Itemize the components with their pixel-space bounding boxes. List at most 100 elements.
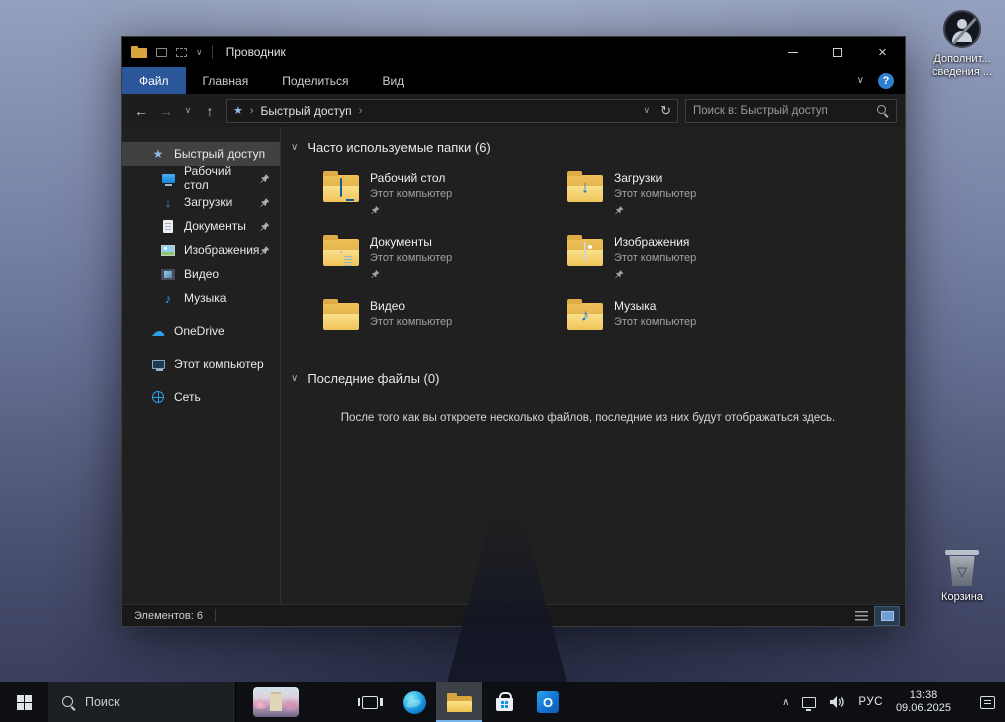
titlebar[interactable]: ∨ Проводник × — [122, 37, 905, 67]
recent-files-header[interactable]: ∨ Последние файлы (0) — [289, 371, 887, 386]
recent-files-empty-message: После того как вы откроете несколько фай… — [289, 412, 887, 424]
folder-documents-icon — [323, 235, 359, 266]
explorer-search-box[interactable] — [685, 99, 897, 123]
folder-tile-videos[interactable]: Видео Этот компьютер — [323, 298, 567, 347]
refresh-icon[interactable]: ↻ — [660, 103, 671, 119]
start-button[interactable] — [0, 682, 48, 722]
desktop: Дополнит... сведения ... ▽ Корзина ∨ Про… — [0, 0, 1005, 722]
recent-files-title: Последние файлы (0) — [307, 371, 439, 386]
sidebar-item-documents[interactable]: Документы — [122, 214, 280, 238]
maximize-button[interactable] — [815, 37, 860, 67]
folder-pictures-icon — [567, 235, 603, 266]
task-view-button[interactable] — [348, 682, 392, 722]
file-explorer-button[interactable] — [436, 682, 482, 722]
folder-tile-desktop[interactable]: Рабочий стол Этот компьютер — [323, 170, 567, 219]
folder-downloads-icon: ↓ — [567, 171, 603, 202]
status-bar: Элементов: 6 — [122, 604, 905, 626]
taskbar-search-label: Поиск — [85, 695, 120, 709]
videos-icon — [160, 269, 176, 280]
sidebar-item-music[interactable]: ♪ Музыка — [122, 286, 280, 310]
taskbar: Поиск O ∧ РУС 13:38 — [0, 682, 1005, 722]
sidebar-item-label: Сеть — [174, 390, 201, 404]
clock-date: 09.06.2025 — [896, 702, 951, 715]
help-icon[interactable]: ? — [878, 73, 894, 89]
tab-file[interactable]: Файл — [122, 67, 186, 94]
taskbar-search-box[interactable]: Поиск — [48, 682, 236, 722]
tab-home[interactable]: Главная — [186, 67, 266, 94]
collapse-section-icon[interactable]: ∨ — [291, 142, 298, 153]
details-view-button[interactable] — [849, 607, 873, 625]
close-button[interactable]: × — [860, 37, 905, 67]
forward-button[interactable]: → — [157, 103, 175, 119]
maximize-icon — [833, 48, 842, 57]
quick-access-star-icon: ★ — [233, 104, 243, 117]
sidebar-item-onedrive[interactable]: ☁ OneDrive — [122, 319, 280, 343]
pin-icon — [259, 221, 270, 232]
language-indicator[interactable]: РУС — [858, 696, 883, 708]
expand-ribbon-icon[interactable]: ∨ — [857, 75, 864, 86]
folder-tile-music[interactable]: ♪ Музыка Этот компьютер — [567, 298, 811, 347]
sidebar-item-network[interactable]: Сеть — [122, 385, 280, 409]
sidebar-item-downloads[interactable]: ↓ Загрузки — [122, 190, 280, 214]
titlebar-divider — [212, 45, 213, 59]
breadcrumb-separator-icon: › — [250, 105, 254, 117]
action-center-icon[interactable] — [980, 696, 995, 709]
minimize-button[interactable] — [770, 37, 815, 67]
sidebar-item-videos[interactable]: Видео — [122, 262, 280, 286]
sidebar-item-label: Рабочий стол — [184, 164, 259, 192]
pin-icon — [614, 269, 624, 279]
folder-desktop-icon — [323, 171, 359, 202]
address-dropdown-icon[interactable]: ∨ — [644, 105, 651, 116]
minimize-icon — [788, 52, 798, 53]
desktop-icon-info[interactable]: Дополнит... сведения ... — [920, 10, 1004, 79]
sidebar-item-desktop[interactable]: Рабочий стол — [122, 166, 280, 190]
outlook-icon: O — [537, 691, 559, 713]
quick-access-toolbar-icon-1[interactable] — [156, 48, 167, 57]
pin-icon — [259, 245, 270, 256]
pin-icon — [259, 173, 270, 184]
sidebar-item-pictures[interactable]: Изображения — [122, 238, 280, 262]
sidebar-item-quick-access[interactable]: ★ Быстрый доступ — [122, 142, 280, 166]
news-widget-button[interactable] — [246, 682, 306, 722]
collapse-section-icon[interactable]: ∨ — [291, 373, 298, 384]
address-bar: ← → ∨ ↑ ★ › Быстрый доступ › ∨ ↻ — [122, 94, 905, 127]
large-icons-view-button[interactable] — [875, 607, 899, 625]
this-pc-icon — [150, 360, 166, 369]
breadcrumb-separator-icon: › — [359, 105, 363, 117]
tab-view[interactable]: Вид — [365, 67, 421, 94]
news-widget-thumbnail — [253, 687, 299, 717]
outlook-button[interactable]: O — [526, 682, 570, 722]
sidebar-item-label: Видео — [184, 267, 219, 281]
folder-tile-pictures[interactable]: Изображения Этот компьютер — [567, 234, 811, 283]
back-button[interactable]: ← — [132, 103, 150, 119]
volume-icon[interactable] — [829, 695, 845, 709]
folder-music-icon: ♪ — [567, 299, 603, 330]
window-title: Проводник — [226, 45, 286, 59]
explorer-search-input[interactable] — [693, 105, 870, 117]
details-view-icon — [855, 611, 868, 621]
quick-access-toolbar-dropdown-icon[interactable]: ∨ — [196, 47, 203, 58]
up-button[interactable]: ↑ — [201, 103, 219, 119]
desktop-icon-recycle-bin[interactable]: ▽ Корзина — [920, 550, 1004, 604]
sidebar-item-this-pc[interactable]: Этот компьютер — [122, 352, 280, 376]
breadcrumb-quick-access[interactable]: Быстрый доступ — [261, 104, 352, 118]
pin-icon — [259, 197, 270, 208]
frequent-folders-header[interactable]: ∨ Часто используемые папки (6) — [289, 140, 887, 155]
windows-logo-icon — [17, 695, 32, 710]
sidebar-item-label: Быстрый доступ — [174, 147, 265, 161]
task-view-icon — [362, 696, 378, 709]
clock[interactable]: 13:38 09.06.2025 — [896, 689, 951, 715]
tab-share[interactable]: Поделиться — [265, 67, 365, 94]
network-icon[interactable] — [802, 697, 816, 708]
sidebar-item-label: Этот компьютер — [174, 357, 264, 371]
close-icon: × — [878, 44, 887, 61]
recent-locations-dropdown-icon[interactable]: ∨ — [182, 105, 194, 116]
hidden-icons-chevron-icon[interactable]: ∧ — [782, 697, 789, 708]
microsoft-store-button[interactable] — [482, 682, 526, 722]
quick-access-toolbar-icon-2[interactable] — [176, 48, 187, 57]
folder-tile-downloads[interactable]: ↓ Загрузки Этот компьютер — [567, 170, 811, 219]
address-box[interactable]: ★ › Быстрый доступ › ∨ ↻ — [226, 99, 678, 123]
documents-icon — [160, 220, 176, 233]
folder-tile-documents[interactable]: Документы Этот компьютер — [323, 234, 567, 283]
edge-button[interactable] — [392, 682, 436, 722]
